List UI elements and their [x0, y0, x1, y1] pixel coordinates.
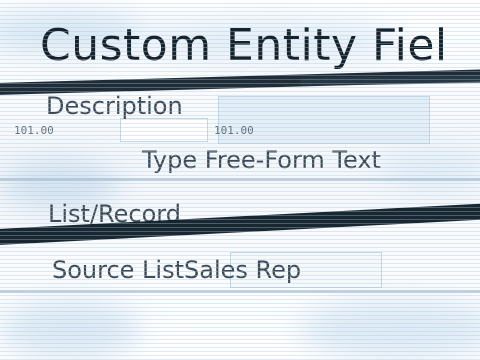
screenshot-frame: Custom Entity Fiel Description 101.00 10… [0, 0, 480, 360]
watercolor-blot [300, 300, 480, 360]
description-label: Description [46, 92, 183, 120]
source-list-label: Source List [52, 256, 185, 284]
small-value-left: 101.00 [14, 124, 54, 137]
type-label: Type Free-Form Text [142, 146, 381, 174]
small-value-right: 101.00 [214, 124, 254, 137]
source-list-row: Source ListSales Rep [52, 256, 301, 284]
watercolor-blot [380, 150, 480, 190]
divider [0, 178, 480, 181]
description-small-field[interactable] [120, 118, 208, 142]
page-title: Custom Entity Fiel [40, 20, 448, 71]
source-list-value[interactable]: Sales Rep [184, 256, 301, 284]
watercolor-blot [0, 300, 140, 360]
divider [0, 290, 480, 293]
